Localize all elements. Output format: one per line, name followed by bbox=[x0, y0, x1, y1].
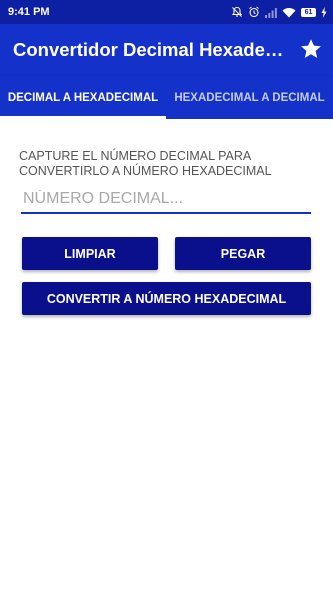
app-bar: Convertidor Decimal Hexadecimal bbox=[0, 24, 333, 76]
status-icons: 61 bbox=[231, 6, 327, 18]
charging-icon bbox=[321, 6, 327, 18]
clear-button[interactable]: LIMPIAR bbox=[22, 237, 158, 270]
wifi-icon bbox=[282, 7, 296, 18]
tab-label: HEXADECIMAL A DECIMAL bbox=[174, 91, 325, 104]
signal-icon bbox=[265, 7, 277, 18]
main-content: CAPTURE EL NÚMERO DECIMAL PARA CONVERTIR… bbox=[0, 119, 333, 592]
tab-hex-to-decimal[interactable]: HEXADECIMAL A DECIMAL bbox=[166, 76, 333, 119]
instruction-text: CAPTURE EL NÚMERO DECIMAL PARA CONVERTIR… bbox=[19, 149, 272, 178]
battery-icon: 61 bbox=[301, 7, 316, 17]
decimal-number-input[interactable] bbox=[21, 186, 311, 214]
paste-button[interactable]: PEGAR bbox=[175, 237, 311, 270]
tab-decimal-to-hex[interactable]: DECIMAL A HEXADECIMAL bbox=[0, 76, 166, 119]
app-title: Convertidor Decimal Hexadecimal bbox=[13, 39, 285, 60]
alarm-icon bbox=[248, 6, 260, 18]
tab-bar: DECIMAL A HEXADECIMAL HEXADECIMAL A DECI… bbox=[0, 76, 333, 119]
tab-label: DECIMAL A HEXADECIMAL bbox=[7, 91, 159, 104]
star-icon[interactable] bbox=[299, 37, 323, 61]
convert-button[interactable]: CONVERTIR A NÚMERO HEXADECIMAL bbox=[22, 282, 311, 315]
status-bar: 9:41 PM 61 bbox=[0, 0, 333, 24]
status-time: 9:41 PM bbox=[8, 6, 50, 18]
mute-icon bbox=[231, 6, 243, 18]
